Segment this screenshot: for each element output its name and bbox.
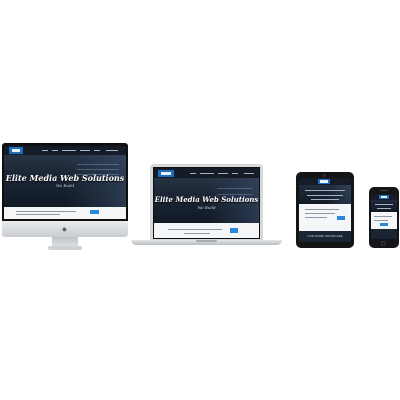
laptop-nav xyxy=(154,168,259,178)
imac-content-band xyxy=(4,207,126,219)
imac-device: Elite Media Web Solutions We Build ● xyxy=(2,143,128,252)
phone-home-button xyxy=(381,241,386,246)
laptop-screen: Elite Media Web Solutions We Build xyxy=(153,167,260,239)
tablet-logo xyxy=(318,179,330,184)
imac-cta-button xyxy=(90,210,99,214)
laptop-tagline: Elite Media Web Solutions xyxy=(154,195,259,204)
phone-cta-button xyxy=(380,223,388,226)
phone-device xyxy=(369,187,399,248)
phone-nav xyxy=(371,194,397,200)
phone-footer xyxy=(371,229,397,239)
tablet-cta-button xyxy=(337,216,345,220)
tablet-footer-text: OUR WORK SHOWCASE xyxy=(307,234,343,238)
phone-content-band xyxy=(371,212,397,229)
imac-tagline: Elite Media Web Solutions xyxy=(5,173,125,183)
imac-screen: Elite Media Web Solutions We Build xyxy=(4,146,126,219)
imac-stand-base xyxy=(48,246,82,250)
imac-chin: ● xyxy=(2,221,128,237)
tablet-hero xyxy=(299,178,351,204)
tablet-nav xyxy=(299,178,351,185)
tablet-camera xyxy=(323,174,326,177)
tablet-content-band xyxy=(299,204,351,231)
laptop-content-band xyxy=(154,223,259,238)
phone-speaker xyxy=(380,190,388,191)
imac-nav xyxy=(4,146,126,155)
laptop-hero: Elite Media Web Solutions We Build xyxy=(154,168,259,223)
phone-logo xyxy=(379,195,389,199)
laptop-logo xyxy=(158,170,174,177)
laptop-subtagline: We Build xyxy=(197,205,216,210)
phone-screen xyxy=(371,194,397,239)
laptop-device: Elite Media Web Solutions We Build xyxy=(131,164,282,248)
imac-hero: Elite Media Web Solutions We Build xyxy=(4,146,126,207)
tablet-footer: OUR WORK SHOWCASE xyxy=(299,231,351,242)
laptop-cta-button xyxy=(230,228,238,233)
tablet-screen: OUR WORK SHOWCASE xyxy=(299,178,351,242)
imac-subtagline: We Build xyxy=(55,183,75,188)
tablet-device: OUR WORK SHOWCASE xyxy=(296,172,354,248)
phone-hero xyxy=(371,194,397,212)
laptop-notch xyxy=(196,240,217,242)
imac-logo xyxy=(9,147,23,154)
apple-logo-icon: ● xyxy=(61,224,68,234)
